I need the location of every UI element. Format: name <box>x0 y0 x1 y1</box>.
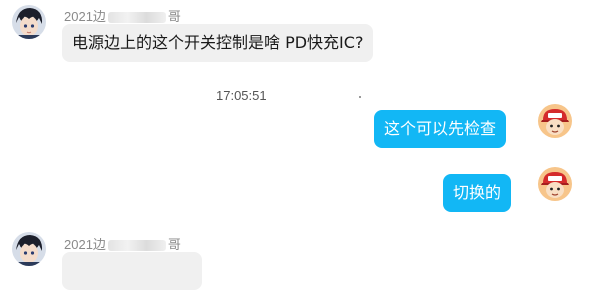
sender-name-suffix: 哥 <box>167 9 181 24</box>
message-text: 切换的 <box>453 183 502 202</box>
contact-avatar-icon[interactable] <box>12 232 46 266</box>
message-bubble-outgoing[interactable]: 这个可以先检查 <box>374 110 507 148</box>
unread-dot <box>359 96 361 98</box>
sender-name-prefix: 2021边 <box>64 237 106 252</box>
self-avatar-icon[interactable] <box>538 167 572 201</box>
message-bubble-incoming[interactable]: 电源边上的这个开关控制是啥 PD快充IC? <box>62 24 374 62</box>
contact-avatar-icon[interactable] <box>12 5 46 39</box>
sender-name: 2021边 哥 <box>64 6 181 25</box>
redacted-name-mask <box>107 12 166 24</box>
message-text: 电源边上的这个开关控制是啥 PD快充IC? <box>72 33 364 52</box>
message-bubble-incoming[interactable] <box>62 252 202 290</box>
sender-name: 2021边 哥 <box>64 234 181 253</box>
message-timestamp: 17:05:51 <box>216 88 267 103</box>
sender-name-prefix: 2021边 <box>64 9 106 24</box>
message-text: 这个可以先检查 <box>384 119 497 138</box>
self-avatar-icon[interactable] <box>538 104 572 138</box>
sender-name-suffix: 哥 <box>167 237 181 252</box>
message-bubble-outgoing[interactable]: 切换的 <box>443 174 512 212</box>
redacted-name-mask <box>107 240 166 252</box>
